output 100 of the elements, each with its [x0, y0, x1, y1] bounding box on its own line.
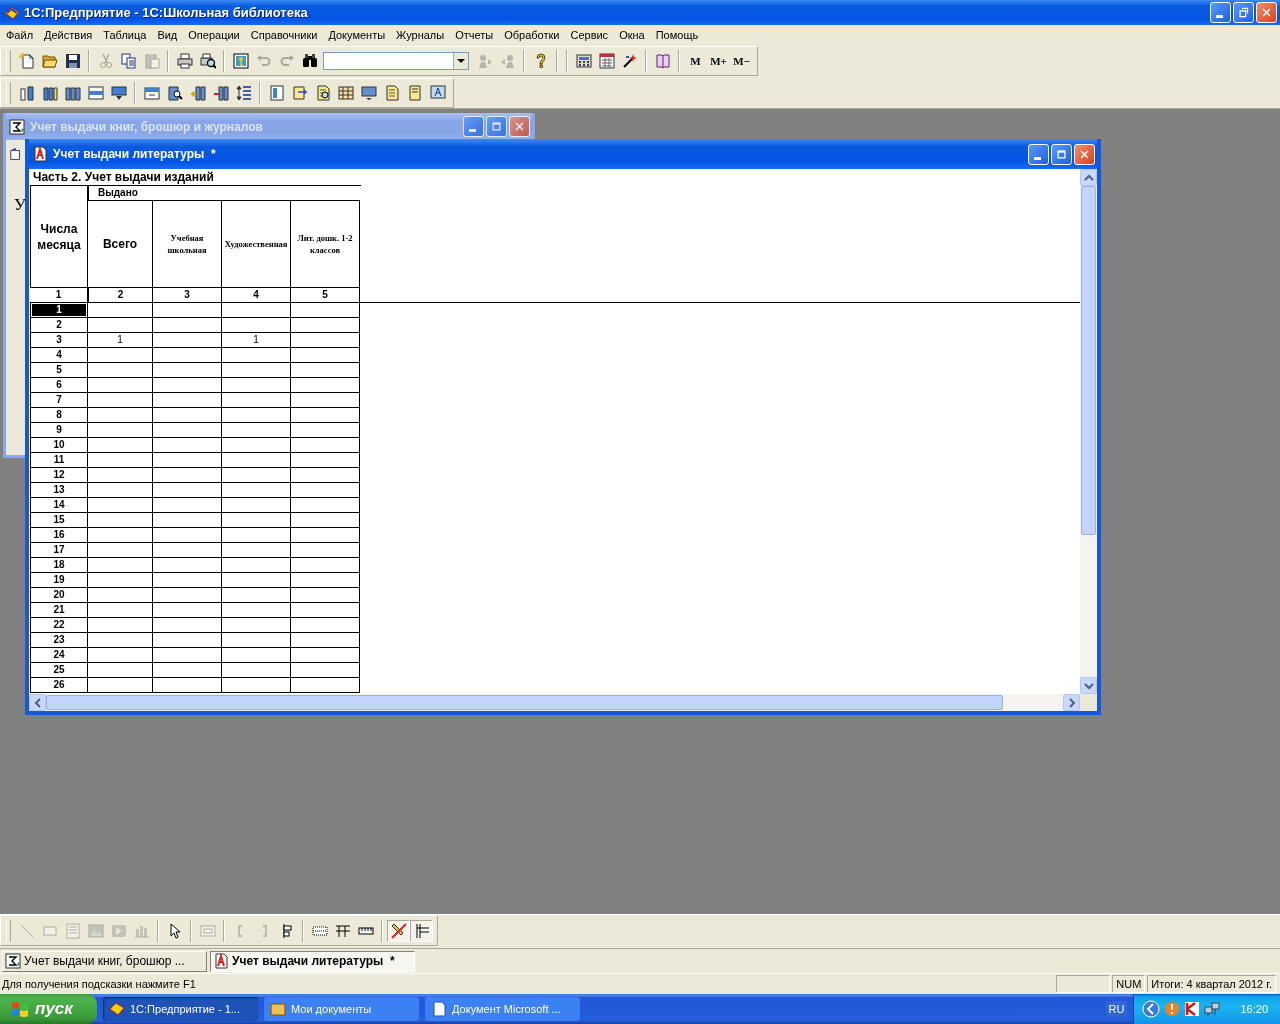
- table-cell[interactable]: [153, 423, 222, 438]
- taskbar-button[interactable]: Мои документы: [264, 997, 419, 1021]
- menu-item[interactable]: Справочники: [244, 27, 323, 43]
- table-cell[interactable]: [222, 543, 291, 558]
- language-indicator[interactable]: RU: [1105, 1001, 1128, 1017]
- pencil-cross-icon[interactable]: [387, 919, 410, 942]
- network-icon[interactable]: [1204, 1001, 1221, 1017]
- table-cell[interactable]: [88, 453, 153, 468]
- table-cell[interactable]: [222, 453, 291, 468]
- table-cell[interactable]: 6: [30, 378, 88, 393]
- table-cell[interactable]: [222, 603, 291, 618]
- show-hidden-icon[interactable]: [1142, 1000, 1161, 1018]
- table-cell[interactable]: [88, 603, 153, 618]
- table-cell[interactable]: 8: [30, 408, 88, 423]
- memory-button[interactable]: M+: [707, 50, 730, 72]
- table-cell[interactable]: [153, 528, 222, 543]
- table-cell[interactable]: 25: [30, 663, 88, 678]
- table-cell[interactable]: [88, 498, 153, 513]
- table-cell[interactable]: [291, 543, 360, 558]
- table-cell[interactable]: [222, 513, 291, 528]
- table-cell[interactable]: [222, 378, 291, 393]
- warning-shield-icon[interactable]: [1164, 1001, 1181, 1017]
- table-cell[interactable]: [222, 468, 291, 483]
- menu-item[interactable]: Таблица: [97, 27, 152, 43]
- table-lines-icon[interactable]: [410, 919, 433, 942]
- table-cell[interactable]: [153, 438, 222, 453]
- table-cell[interactable]: [88, 468, 153, 483]
- menu-item[interactable]: Окна: [613, 27, 650, 43]
- menu-item[interactable]: Отчеты: [449, 27, 499, 43]
- table-cell[interactable]: [222, 663, 291, 678]
- table-cell[interactable]: [153, 483, 222, 498]
- table-cell[interactable]: [153, 468, 222, 483]
- table-cell[interactable]: 19: [30, 573, 88, 588]
- table-cell[interactable]: [291, 558, 360, 573]
- table-cell[interactable]: [153, 378, 222, 393]
- menu-item[interactable]: Помощь: [649, 27, 704, 43]
- table-cell[interactable]: [291, 468, 360, 483]
- table-cell[interactable]: [291, 588, 360, 603]
- menu-item[interactable]: Обработки: [498, 27, 565, 43]
- table-cell[interactable]: [291, 663, 360, 678]
- table-cell[interactable]: 15: [30, 513, 88, 528]
- table-cell[interactable]: [291, 303, 360, 318]
- table-cell[interactable]: [88, 408, 153, 423]
- table-cell[interactable]: [88, 558, 153, 573]
- table-cell[interactable]: 12: [30, 468, 88, 483]
- table-cell[interactable]: [88, 393, 153, 408]
- table-cell[interactable]: [291, 603, 360, 618]
- table-cell[interactable]: [222, 438, 291, 453]
- close-button[interactable]: [1074, 143, 1095, 165]
- table-cell[interactable]: [88, 573, 153, 588]
- table-cell[interactable]: 21: [30, 603, 88, 618]
- table-cell[interactable]: [88, 663, 153, 678]
- table-cell[interactable]: 7: [30, 393, 88, 408]
- table-cell[interactable]: [153, 303, 222, 318]
- table-cell[interactable]: [88, 348, 153, 363]
- table-cell[interactable]: 11: [30, 453, 88, 468]
- table-cell[interactable]: [222, 498, 291, 513]
- table-cell[interactable]: 1: [30, 303, 88, 318]
- table-cell[interactable]: [153, 573, 222, 588]
- table-cell[interactable]: [88, 423, 153, 438]
- table-cell[interactable]: [153, 408, 222, 423]
- table-cell[interactable]: [88, 303, 153, 318]
- table-cell[interactable]: 26: [30, 678, 88, 693]
- table-cell[interactable]: 17: [30, 543, 88, 558]
- table-cell[interactable]: [88, 633, 153, 648]
- table-cell[interactable]: [291, 378, 360, 393]
- table-cell[interactable]: 22: [30, 618, 88, 633]
- menu-item[interactable]: Файл: [0, 27, 39, 43]
- menu-item[interactable]: Журналы: [390, 27, 450, 43]
- table-cell[interactable]: [153, 363, 222, 378]
- table-cell[interactable]: [222, 318, 291, 333]
- memory-button[interactable]: M: [684, 50, 707, 72]
- table-cell[interactable]: 14: [30, 498, 88, 513]
- table-cell[interactable]: [153, 543, 222, 558]
- table-cell[interactable]: [153, 333, 222, 348]
- table-cell[interactable]: [88, 678, 153, 693]
- table-cell[interactable]: [153, 348, 222, 363]
- horizontal-scrollbar[interactable]: [29, 694, 1080, 711]
- table-cell[interactable]: [222, 393, 291, 408]
- table-cell[interactable]: [291, 618, 360, 633]
- table-cell[interactable]: [88, 438, 153, 453]
- window-tab[interactable]: Учет выдачи литературы *: [210, 950, 415, 972]
- table-cell[interactable]: 5: [30, 363, 88, 378]
- table-cell[interactable]: [222, 588, 291, 603]
- table-cell[interactable]: [291, 363, 360, 378]
- scroll-up-icon[interactable]: [1083, 172, 1094, 183]
- table-cell[interactable]: [222, 528, 291, 543]
- close-button[interactable]: [1256, 2, 1277, 23]
- table-cell[interactable]: [88, 363, 153, 378]
- table-cell[interactable]: [291, 633, 360, 648]
- taskbar-button[interactable]: 1С:Предприятие - 1...: [103, 997, 258, 1021]
- table-cell[interactable]: [222, 363, 291, 378]
- table-cell[interactable]: [153, 498, 222, 513]
- memory-button[interactable]: M−: [730, 50, 753, 72]
- table-cell[interactable]: [88, 483, 153, 498]
- minimize-button[interactable]: [1028, 143, 1049, 165]
- table-cell[interactable]: [153, 678, 222, 693]
- menu-item[interactable]: Операции: [182, 27, 245, 43]
- maximize-button[interactable]: [1051, 143, 1072, 165]
- table-cell[interactable]: [88, 618, 153, 633]
